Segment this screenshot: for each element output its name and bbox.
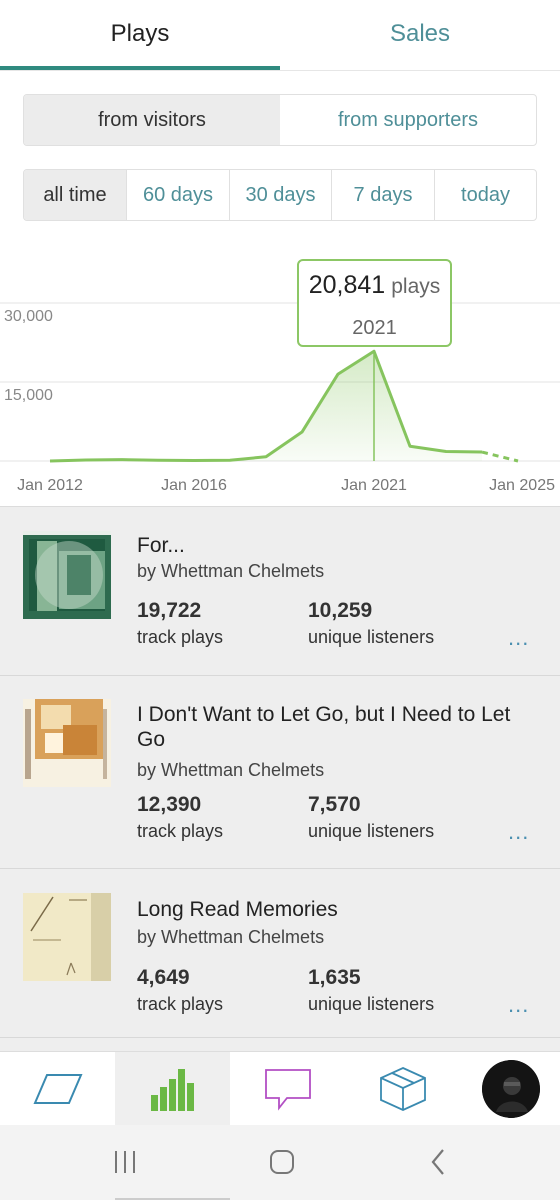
- stats-tab[interactable]: [115, 1052, 230, 1126]
- tab-sales[interactable]: Sales: [280, 0, 560, 70]
- list-item[interactable]: Long Read Memories by Whettman Chelmets …: [0, 869, 560, 1038]
- y-tick-label: 30,000: [4, 308, 53, 325]
- track-plays-label: track plays: [137, 994, 224, 1014]
- messages-icon: [264, 1069, 311, 1111]
- album-art-let-go: [23, 699, 111, 787]
- list-item[interactable]: I Don't Want to Let Go, but I Need to Le…: [0, 676, 560, 869]
- track-plays-label: track plays: [137, 821, 224, 841]
- unique-listeners-label: unique listeners: [308, 627, 435, 647]
- unique-listeners-count: 7,570: [308, 793, 361, 816]
- back-icon[interactable]: [428, 1147, 448, 1177]
- album-art-for: [23, 531, 111, 619]
- y-tick-label: 15,000: [4, 387, 53, 404]
- range-30-days[interactable]: 30 days: [229, 170, 331, 220]
- tooltip-year: 2021: [352, 317, 397, 339]
- x-tick-label: Jan 2012: [17, 477, 83, 494]
- track-list: For... by Whettman Chelmets 19,722 track…: [0, 506, 560, 1052]
- plays-chart[interactable]: 30,000 15,000 Jan 2012 Jan 2016 Jan 2021 Jan …: [0, 250, 560, 500]
- tab-plays[interactable]: Plays: [0, 0, 280, 70]
- track-artist: by Whettman Chelmets: [137, 561, 325, 581]
- unique-listeners-count: 10,259: [308, 599, 373, 622]
- range-today[interactable]: today: [434, 170, 536, 220]
- active-tab-indicator: [0, 66, 280, 70]
- unique-listeners-count: 1,635: [308, 966, 361, 989]
- range-all-time[interactable]: all time: [24, 170, 126, 220]
- more-options-button[interactable]: ...: [508, 819, 529, 845]
- chart-tooltip: 20,841 plays 2021: [297, 259, 452, 347]
- track-plays-label: track plays: [137, 627, 224, 647]
- tooltip-value: 20,841: [308, 271, 386, 299]
- track-plays-count: 12,390: [137, 793, 202, 816]
- more-options-button[interactable]: ...: [508, 992, 529, 1018]
- x-tick-label: Jan 2025: [489, 477, 555, 494]
- recents-icon[interactable]: [112, 1149, 138, 1175]
- feed-tab[interactable]: [0, 1052, 115, 1126]
- unique-listeners-label: unique listeners: [308, 821, 435, 841]
- list-item[interactable]: For... by Whettman Chelmets 19,722 track…: [0, 507, 560, 676]
- track-plays-count: 19,722: [137, 599, 202, 622]
- orders-icon: [379, 1067, 426, 1111]
- home-icon[interactable]: [269, 1149, 295, 1175]
- filter-from-supporters[interactable]: from supporters: [280, 95, 536, 145]
- unique-listeners-label: unique listeners: [308, 994, 435, 1014]
- range-60-days[interactable]: 60 days: [126, 170, 229, 220]
- track-artist: by Whettman Chelmets: [137, 927, 325, 947]
- profile-avatar[interactable]: [482, 1060, 540, 1118]
- track-title[interactable]: For...: [137, 533, 537, 558]
- range-7-days[interactable]: 7 days: [331, 170, 434, 220]
- track-title[interactable]: I Don't Want to Let Go, but I Need to Le…: [137, 702, 537, 752]
- system-navigation-bar: [0, 1125, 560, 1200]
- album-art-long-read-memories: [23, 893, 111, 981]
- plays-area: [50, 351, 482, 461]
- track-plays-count: 4,649: [137, 966, 190, 989]
- stats-icon: [150, 1069, 194, 1111]
- top-tabs: Plays Sales: [0, 0, 560, 71]
- bottom-navigation: [0, 1051, 560, 1126]
- more-options-button[interactable]: ...: [508, 625, 529, 651]
- orders-tab[interactable]: [345, 1052, 460, 1126]
- time-range-filter: all time 60 days 30 days 7 days today: [23, 169, 537, 221]
- track-artist: by Whettman Chelmets: [137, 760, 325, 780]
- feed-icon: [32, 1074, 83, 1104]
- plays-projection-line: [481, 450, 519, 463]
- source-filter: from visitors from supporters: [23, 94, 537, 146]
- x-tick-label: Jan 2021: [341, 477, 407, 494]
- plays-series-line: [49, 349, 483, 463]
- messages-tab[interactable]: [230, 1052, 345, 1126]
- x-tick-label: Jan 2016: [161, 477, 227, 494]
- track-title[interactable]: Long Read Memories: [137, 897, 537, 922]
- filter-from-visitors[interactable]: from visitors: [24, 95, 280, 145]
- tooltip-unit: plays: [391, 275, 441, 298]
